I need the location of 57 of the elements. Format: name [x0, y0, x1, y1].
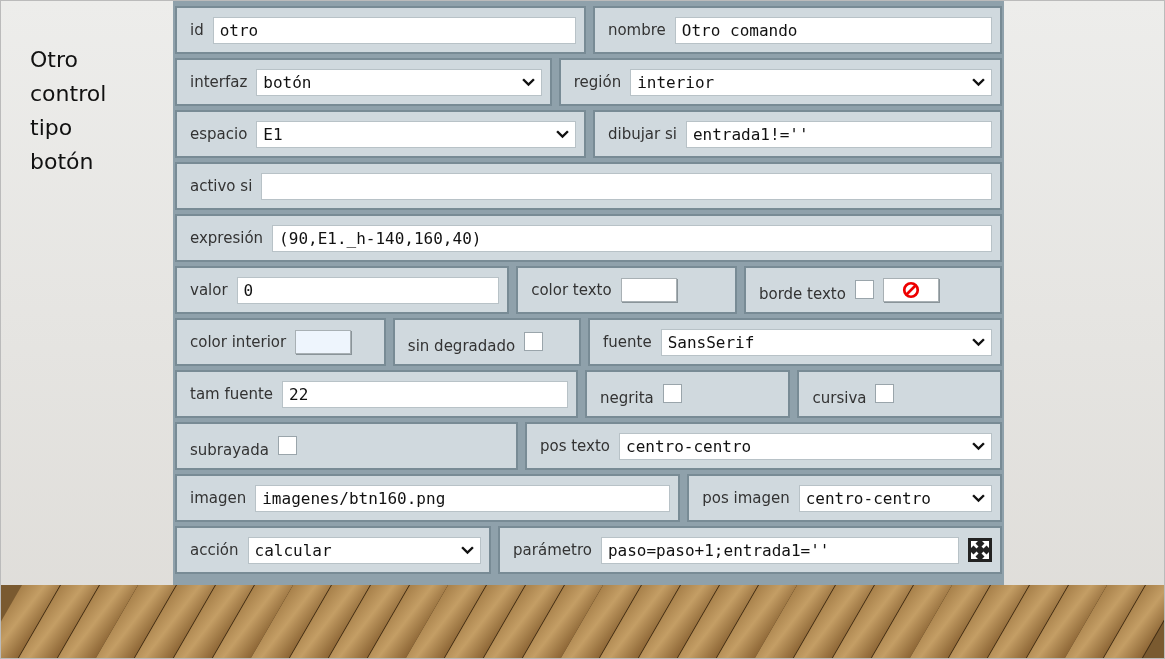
field-label: nombre — [607, 21, 666, 39]
field-label: dibujar si — [607, 125, 677, 143]
prohibited-icon — [901, 281, 920, 299]
dropdown[interactable]: interior — [630, 68, 992, 96]
field-label: espacio — [190, 125, 248, 143]
text-field[interactable]: paso=paso+1;entrada1='' — [600, 536, 959, 564]
field-label: región — [573, 73, 622, 91]
text-field[interactable]: 22 — [282, 380, 569, 408]
no-color-button[interactable] — [882, 278, 939, 302]
checkbox[interactable] — [854, 279, 874, 299]
field-label: fuente — [603, 333, 652, 351]
expand-icon[interactable] — [968, 538, 992, 562]
checkbox[interactable] — [278, 435, 297, 455]
dropdown[interactable]: botón — [256, 68, 542, 96]
slide-title: Otro control tipo botón — [30, 46, 108, 176]
field-label: cursiva — [812, 388, 867, 407]
text-field[interactable] — [261, 172, 992, 200]
field-label: valor — [190, 281, 228, 299]
field-label: pos texto — [539, 437, 610, 455]
checkbox[interactable] — [662, 383, 682, 403]
field-label: pos imagen — [702, 489, 790, 507]
caret-icon — [461, 545, 475, 555]
color-swatch[interactable] — [295, 330, 352, 354]
dropdown[interactable]: SansSerif — [660, 328, 992, 356]
color-swatch[interactable] — [620, 278, 677, 302]
caret-icon — [972, 441, 985, 451]
text-field[interactable]: otro — [212, 16, 576, 44]
text-field[interactable]: 0 — [236, 276, 500, 304]
dropdown[interactable]: E1 — [256, 120, 576, 148]
caret-icon — [555, 129, 569, 139]
checkbox[interactable] — [524, 331, 544, 351]
field-label: imagen — [190, 489, 247, 507]
field-label: negrita — [600, 388, 654, 407]
field-label: tam fuente — [190, 385, 274, 403]
caret-icon — [972, 337, 985, 347]
field-label: id — [190, 21, 204, 39]
dropdown[interactable]: centro-centro — [798, 484, 992, 512]
field-label: acción — [190, 541, 239, 559]
dropdown[interactable]: centro-centro — [619, 432, 992, 460]
text-field[interactable]: entrada1!='' — [685, 120, 992, 148]
field-label: subrayada — [190, 440, 269, 459]
field-label: sin degradado — [407, 336, 516, 355]
caret-icon — [972, 493, 985, 503]
text-field[interactable]: imagenes/btn160.png — [255, 484, 671, 512]
field-label: interfaz — [190, 73, 248, 91]
field-label: color interior — [190, 333, 287, 351]
field-label: borde texto — [759, 284, 846, 303]
field-label: color texto — [531, 281, 612, 299]
text-field[interactable]: (90,E1._h-140,160,40) — [272, 224, 992, 252]
field-label: parámetro — [513, 541, 592, 559]
caret-icon — [521, 77, 535, 87]
caret-icon — [972, 77, 985, 87]
field-label: activo si — [190, 177, 253, 195]
checkbox[interactable] — [875, 383, 895, 403]
dropdown[interactable]: calcular — [247, 536, 482, 564]
field-label: expresión — [190, 229, 264, 247]
text-field[interactable]: Otro comando — [674, 16, 992, 44]
